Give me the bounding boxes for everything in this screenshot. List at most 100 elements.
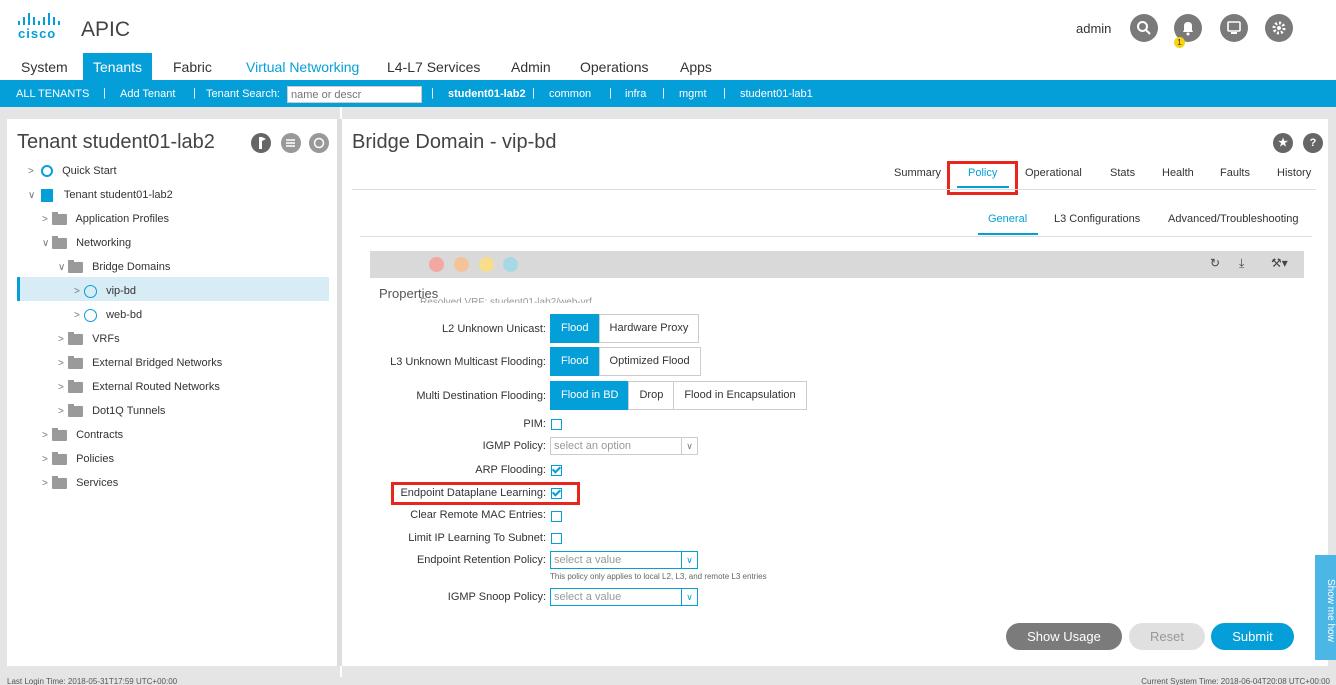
folder-icon — [68, 331, 83, 345]
add-tenant-link[interactable]: Add Tenant — [120, 88, 175, 100]
tree-item-dot1q-tunnels[interactable]: > Dot1Q Tunnels — [58, 399, 165, 423]
igmp-snoop-policy-select[interactable]: select a value ∨ — [550, 588, 698, 606]
major-fault-icon[interactable] — [454, 257, 469, 272]
tree-item-policies[interactable]: > Policies — [42, 447, 114, 471]
submit-button[interactable]: Submit — [1211, 623, 1294, 650]
tab-health[interactable]: Health — [1162, 167, 1194, 179]
gear-icon[interactable] — [1265, 14, 1293, 42]
pim-checkbox[interactable] — [551, 419, 562, 430]
tree-item-external-routed-networks[interactable]: > External Routed Networks — [58, 375, 220, 399]
tenant-subnav: ALL TENANTS | Add Tenant | Tenant Search… — [0, 80, 1336, 107]
option-flood[interactable]: Flood — [550, 314, 600, 343]
user-menu[interactable]: admin — [1076, 21, 1111, 36]
tenant-link-common[interactable]: common — [549, 88, 591, 100]
tree-item-application-profiles[interactable]: > Application Profiles — [42, 207, 169, 231]
igmp-policy-select[interactable]: select an option ∨ — [550, 437, 698, 455]
show-usage-button[interactable]: Show Usage — [1006, 623, 1122, 650]
tree-label: Contracts — [76, 429, 124, 441]
tab-divider — [352, 189, 1316, 190]
endpoint-retention-policy-select[interactable]: select a value ∨ — [550, 551, 698, 569]
tree-item-contracts[interactable]: > Contracts — [42, 423, 123, 447]
subtab-general[interactable]: General — [988, 213, 1027, 225]
nav-tab-operations[interactable]: Operations — [570, 53, 658, 80]
tree-item-vip-bd[interactable]: > vip-bd — [74, 279, 136, 303]
tab-history[interactable]: History — [1277, 167, 1311, 179]
tab-operational[interactable]: Operational — [1025, 167, 1082, 179]
tenant-link-infra[interactable]: infra — [625, 88, 646, 100]
chevron-down-icon[interactable]: ∨ — [681, 552, 697, 568]
subtab-l3-configurations[interactable]: L3 Configurations — [1054, 213, 1140, 225]
nav-tab-system[interactable]: System — [11, 53, 78, 80]
search-icon[interactable] — [1130, 14, 1158, 42]
l3-unknown-multicast-toggle: Flood Optimized Flood — [550, 347, 701, 376]
tree-label: VRFs — [92, 333, 120, 345]
app-title: APIC — [81, 18, 131, 41]
tree-item-bridge-domains[interactable]: ∨ Bridge Domains — [58, 255, 170, 279]
tree-item-external-bridged-networks[interactable]: > External Bridged Networks — [58, 351, 222, 375]
warning-fault-icon[interactable] — [503, 257, 518, 272]
tree-item-networking[interactable]: ∨ Networking — [42, 231, 131, 255]
tree-item-services[interactable]: > Services — [42, 471, 118, 495]
chevron-down-icon[interactable]: ∨ — [681, 589, 697, 605]
option-drop[interactable]: Drop — [628, 381, 675, 410]
tenant-link-student01-lab1[interactable]: student01-lab1 — [740, 88, 813, 100]
tree-label: Application Profiles — [75, 213, 170, 225]
monitor-icon[interactable] — [1220, 14, 1248, 42]
tree-item-tenant[interactable]: ∨ Tenant student01-lab2 — [28, 183, 173, 207]
tenant-link-mgmt[interactable]: mgmt — [679, 88, 707, 100]
download-icon[interactable]: ⤓ — [1239, 256, 1244, 271]
tenant-search-input[interactable] — [287, 86, 422, 103]
folder-icon — [68, 403, 83, 417]
tree-label: External Routed Networks — [92, 381, 220, 393]
refresh-icon[interactable]: ↻ — [1210, 256, 1220, 270]
select-placeholder: select a value — [554, 554, 622, 566]
option-flood-in-bd[interactable]: Flood in BD — [550, 381, 630, 410]
tools-icon[interactable]: ⚒▾ — [1271, 256, 1288, 270]
critical-fault-icon[interactable] — [429, 257, 444, 272]
current-system-time: Current System Time: 2018-06-04T20:08 UT… — [1141, 677, 1330, 685]
folder-icon — [52, 211, 67, 225]
tree-item-quick-start[interactable]: > Quick Start — [28, 159, 117, 183]
reset-button[interactable]: Reset — [1129, 623, 1205, 650]
tab-summary[interactable]: Summary — [894, 167, 941, 179]
tree-item-web-bd[interactable]: > web-bd — [74, 303, 142, 327]
list-view-icon[interactable] — [281, 133, 301, 153]
help-icon[interactable]: ? — [1303, 133, 1323, 153]
nav-tab-fabric[interactable]: Fabric — [163, 53, 222, 80]
igmp-snoop-policy-label: IGMP Snoop Policy: — [447, 591, 546, 603]
tree-item-vrfs[interactable]: > VRFs — [58, 327, 120, 351]
option-hardware-proxy[interactable]: Hardware Proxy — [598, 314, 700, 343]
favorite-star-icon[interactable]: ★ — [1273, 133, 1293, 153]
show-me-how-tab[interactable]: Show me how — [1315, 555, 1336, 660]
nav-tab-virtual-networking[interactable]: Virtual Networking — [236, 53, 369, 80]
tree-label: Networking — [76, 237, 132, 249]
tenant-link-student01-lab2[interactable]: student01-lab2 — [448, 88, 526, 100]
tree-label: Policies — [76, 453, 114, 465]
minor-fault-icon[interactable] — [479, 257, 494, 272]
option-flood-in-encapsulation[interactable]: Flood in Encapsulation — [673, 381, 807, 410]
top-header: cisco APIC admin 1 — [0, 0, 1336, 56]
nav-tab-apps[interactable]: Apps — [670, 53, 722, 80]
refresh-icon[interactable] — [309, 133, 329, 153]
cisco-logo: cisco — [18, 13, 60, 41]
tenant-menu-icon[interactable] — [251, 133, 271, 153]
limit-ip-learning-checkbox[interactable] — [551, 533, 562, 544]
subtab-advanced-troubleshooting[interactable]: Advanced/Troubleshooting — [1168, 213, 1298, 225]
clear-remote-mac-checkbox[interactable] — [551, 511, 562, 522]
option-flood[interactable]: Flood — [550, 347, 600, 376]
chevron-down-icon[interactable]: ∨ — [681, 438, 697, 454]
subtab-divider — [360, 236, 1312, 237]
tree-selected-row[interactable] — [17, 277, 329, 301]
all-tenants-link[interactable]: ALL TENANTS — [16, 88, 89, 100]
page-title: Bridge Domain - vip-bd — [352, 131, 557, 153]
endpoint-retention-help-text: This policy only applies to local L2, L3… — [550, 572, 767, 581]
status-footer: Last Login Time: 2018-05-31T17:59 UTC+00… — [0, 677, 1336, 685]
tab-faults[interactable]: Faults — [1220, 167, 1250, 179]
nav-tab-tenants[interactable]: Tenants — [83, 53, 153, 80]
nav-tab-l4-l7-services[interactable]: L4-L7 Services — [377, 53, 490, 80]
option-optimized-flood[interactable]: Optimized Flood — [598, 347, 701, 376]
nav-tab-admin[interactable]: Admin — [501, 53, 561, 80]
tree-label: Bridge Domains — [92, 261, 171, 273]
arp-flooding-checkbox[interactable] — [551, 465, 562, 476]
tab-stats[interactable]: Stats — [1110, 167, 1135, 179]
